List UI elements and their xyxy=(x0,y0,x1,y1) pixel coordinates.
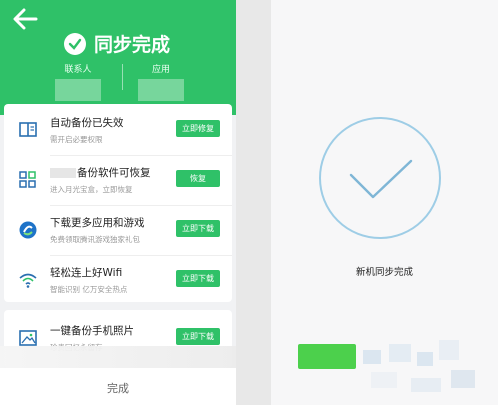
mosaic-block xyxy=(411,378,441,392)
item-subtitle: 进入月光宝盒，立即恢复 xyxy=(50,185,133,194)
stat-label: 联系人 xyxy=(64,65,92,75)
fix-now-button[interactable]: 立即修复 xyxy=(176,120,220,137)
mosaic-block xyxy=(439,340,459,360)
stat-value-blurred xyxy=(55,79,101,101)
mosaic-block xyxy=(451,370,475,388)
item-title: 备份软件可恢复 xyxy=(50,165,151,180)
app-store-icon xyxy=(19,221,37,239)
done-button[interactable]: 完成 xyxy=(0,380,236,396)
item-title: 自动备份已失效 xyxy=(50,117,124,129)
item-title-text: 备份软件可恢复 xyxy=(77,167,151,179)
list-item: 自动备份已失效 需开启必要权限 立即修复 xyxy=(4,104,232,156)
check-circle-icon xyxy=(64,32,86,55)
download-now-button[interactable]: 立即下载 xyxy=(176,270,220,287)
stat-contacts: 联系人 xyxy=(43,62,113,101)
checkmark-icon xyxy=(349,159,413,199)
right-screen: 新机同步完成 xyxy=(271,0,498,405)
back-arrow-icon[interactable] xyxy=(12,8,38,30)
blurred-count xyxy=(50,168,76,178)
stat-label: 应用 xyxy=(151,65,170,75)
stat-value-blurred xyxy=(138,79,184,101)
item-title: 一键备份手机照片 xyxy=(50,325,134,337)
download-now-button[interactable]: 立即下载 xyxy=(176,220,220,237)
item-title: 下载更多应用和游戏 xyxy=(50,217,145,229)
stat-divider xyxy=(122,64,123,90)
photo-icon xyxy=(19,330,37,346)
download-now-button[interactable]: 立即下载 xyxy=(176,328,220,345)
list-item: 下载更多应用和游戏 免费领取腾讯游戏独家礼包 立即下载 xyxy=(4,204,232,256)
status-bar xyxy=(271,0,498,14)
success-circle xyxy=(319,117,441,239)
suggestion-card: 自动备份已失效 需开启必要权限 立即修复 备份软件可恢复 进入月光宝盒，立即恢复… xyxy=(4,104,232,302)
book-icon xyxy=(19,122,37,137)
page-title: 同步完成 xyxy=(94,34,171,56)
restore-button[interactable]: 恢复 xyxy=(176,170,220,187)
primary-button[interactable] xyxy=(298,344,356,369)
wifi-icon xyxy=(19,273,37,288)
list-item: 轻松连上好Wifi 智能识别 亿万安全热点 立即下载 xyxy=(4,254,232,306)
stat-apps: 应用 xyxy=(126,62,196,101)
mosaic-block xyxy=(371,372,397,388)
mosaic-block xyxy=(389,344,411,362)
mosaic-block xyxy=(363,350,381,364)
sync-complete-caption: 新机同步完成 xyxy=(355,267,413,278)
item-subtitle: 智能识别 亿万安全热点 xyxy=(50,285,128,294)
item-title: 轻松连上好Wifi xyxy=(50,267,123,279)
sync-header: 同步完成 联系人 应用 xyxy=(0,0,236,115)
blurred-overlay xyxy=(0,346,236,368)
mosaic-block xyxy=(417,352,433,366)
apps-grid-icon xyxy=(19,171,36,188)
list-item: 备份软件可恢复 进入月光宝盒，立即恢复 恢复 xyxy=(4,154,232,206)
item-subtitle: 需开启必要权限 xyxy=(50,135,103,144)
left-screen: 同步完成 联系人 应用 自动备份已失效 需开启必要权限 立即修复 备份软件可恢复… xyxy=(0,0,236,405)
item-subtitle: 免费领取腾讯游戏独家礼包 xyxy=(50,235,140,244)
